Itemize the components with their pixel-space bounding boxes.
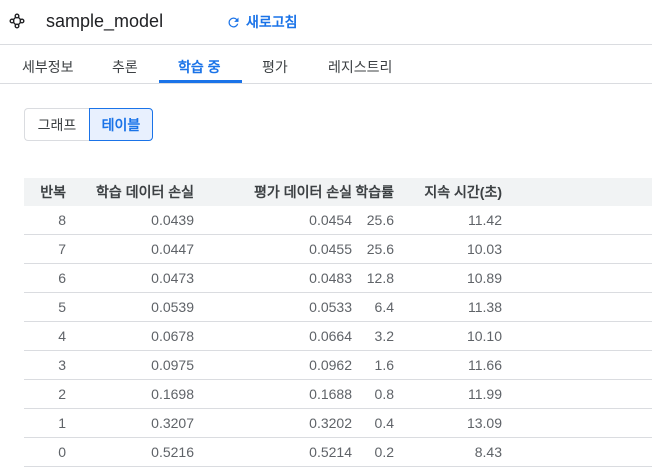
cell-eval-loss: 0.5214 bbox=[194, 437, 352, 467]
cell-train-loss: 0.0447 bbox=[66, 234, 194, 264]
cell-iteration: 5 bbox=[24, 292, 66, 322]
cell-train-loss: 0.3207 bbox=[66, 408, 194, 438]
cell-iteration: 3 bbox=[24, 350, 66, 380]
table-row: 2 0.1698 0.1688 0.8 11.99 bbox=[24, 379, 652, 409]
cell-eval-loss: 0.0455 bbox=[194, 234, 352, 264]
table-row: 4 0.0678 0.0664 3.2 10.10 bbox=[24, 321, 652, 351]
col-learning-rate: 학습률 bbox=[352, 178, 394, 206]
table-row: 3 0.0975 0.0962 1.6 11.66 bbox=[24, 350, 652, 380]
cell-duration: 11.66 bbox=[394, 350, 502, 380]
refresh-button[interactable]: 새로고침 bbox=[226, 12, 298, 32]
col-eval-loss: 평가 데이터 손실 bbox=[194, 178, 352, 206]
cell-learning-rate: 0.8 bbox=[352, 379, 394, 409]
cell-iteration: 2 bbox=[24, 379, 66, 409]
cell-train-loss: 0.0678 bbox=[66, 321, 194, 351]
cell-train-loss: 0.5216 bbox=[66, 437, 194, 467]
cell-duration: 11.99 bbox=[394, 379, 502, 409]
cell-eval-loss: 0.0533 bbox=[194, 292, 352, 322]
tab-evaluation[interactable]: 평가 bbox=[262, 57, 288, 77]
model-icon bbox=[9, 13, 25, 29]
table-row: 6 0.0473 0.0483 12.8 10.89 bbox=[24, 263, 652, 293]
col-train-loss: 학습 데이터 손실 bbox=[66, 178, 194, 206]
cell-duration: 10.89 bbox=[394, 263, 502, 293]
cell-learning-rate: 0.2 bbox=[352, 437, 394, 467]
table-row: 5 0.0539 0.0533 6.4 11.38 bbox=[24, 292, 652, 322]
cell-duration: 10.10 bbox=[394, 321, 502, 351]
refresh-icon bbox=[228, 16, 239, 27]
view-toggle: 그래프 테이블 bbox=[24, 108, 153, 141]
cell-iteration: 1 bbox=[24, 408, 66, 438]
cell-train-loss: 0.0975 bbox=[66, 350, 194, 380]
cell-iteration: 4 bbox=[24, 321, 66, 351]
cell-eval-loss: 0.0664 bbox=[194, 321, 352, 351]
graph-toggle-button[interactable]: 그래프 bbox=[24, 108, 89, 141]
table-row: 8 0.0439 0.0454 25.6 11.42 bbox=[24, 206, 652, 235]
col-iteration: 반복 bbox=[24, 178, 66, 206]
header: sample_model 새로고침 bbox=[0, 0, 652, 45]
cell-train-loss: 0.1698 bbox=[66, 379, 194, 409]
tab-registry[interactable]: 레지스트리 bbox=[328, 57, 392, 77]
table-row: 0 0.5216 0.5214 0.2 8.43 bbox=[24, 437, 652, 467]
tab-details[interactable]: 세부정보 bbox=[22, 57, 74, 77]
table-row: 1 0.3207 0.3202 0.4 13.09 bbox=[24, 408, 652, 438]
refresh-label: 새로고침 bbox=[246, 14, 298, 30]
cell-learning-rate: 6.4 bbox=[352, 292, 394, 322]
cell-eval-loss: 0.0962 bbox=[194, 350, 352, 380]
active-tab-indicator bbox=[159, 80, 242, 83]
cell-eval-loss: 0.3202 bbox=[194, 408, 352, 438]
tab-training[interactable]: 학습 중 bbox=[178, 57, 221, 77]
cell-eval-loss: 0.1688 bbox=[194, 379, 352, 409]
cell-learning-rate: 1.6 bbox=[352, 350, 394, 380]
cell-iteration: 8 bbox=[24, 206, 66, 235]
cell-eval-loss: 0.0454 bbox=[194, 206, 352, 235]
cell-duration: 11.42 bbox=[394, 206, 502, 235]
cell-train-loss: 0.0439 bbox=[66, 206, 194, 235]
cell-learning-rate: 25.6 bbox=[352, 234, 394, 264]
cell-duration: 8.43 bbox=[394, 437, 502, 467]
tab-bar: 세부정보 추론 학습 중 평가 레지스트리 bbox=[0, 45, 652, 84]
cell-duration: 11.38 bbox=[394, 292, 502, 322]
page-title: sample_model bbox=[46, 11, 164, 31]
cell-duration: 10.03 bbox=[394, 234, 502, 264]
cell-learning-rate: 0.4 bbox=[352, 408, 394, 438]
cell-duration: 13.09 bbox=[394, 408, 502, 438]
cell-iteration: 0 bbox=[24, 437, 66, 467]
cell-train-loss: 0.0473 bbox=[66, 263, 194, 293]
training-table: 반복 학습 데이터 손실 평가 데이터 손실 학습률 지속 시간(초) 8 0.0… bbox=[24, 178, 652, 467]
col-duration: 지속 시간(초) bbox=[394, 178, 502, 206]
cell-learning-rate: 25.6 bbox=[352, 206, 394, 235]
table-toggle-button[interactable]: 테이블 bbox=[89, 108, 153, 141]
cell-train-loss: 0.0539 bbox=[66, 292, 194, 322]
table-header-row: 반복 학습 데이터 손실 평가 데이터 손실 학습률 지속 시간(초) bbox=[24, 178, 652, 206]
tab-inference[interactable]: 추론 bbox=[112, 57, 138, 77]
cell-iteration: 7 bbox=[24, 234, 66, 264]
cell-eval-loss: 0.0483 bbox=[194, 263, 352, 293]
cell-learning-rate: 3.2 bbox=[352, 321, 394, 351]
cell-iteration: 6 bbox=[24, 263, 66, 293]
table-row: 7 0.0447 0.0455 25.6 10.03 bbox=[24, 234, 652, 264]
cell-learning-rate: 12.8 bbox=[352, 263, 394, 293]
